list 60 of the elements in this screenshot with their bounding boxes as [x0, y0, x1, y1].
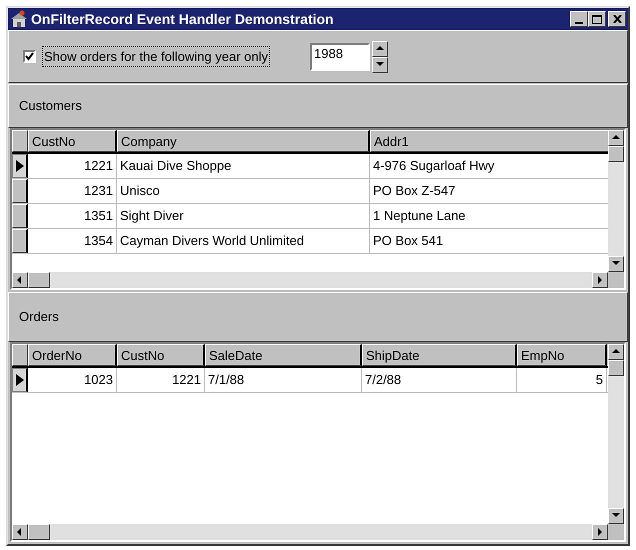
- column-header[interactable]: ShipDate: [362, 344, 517, 366]
- scroll-down-button[interactable]: [608, 508, 624, 524]
- scroll-left-button[interactable]: [12, 524, 28, 540]
- current-row-icon: [16, 374, 24, 386]
- column-header[interactable]: CustNo: [117, 344, 205, 366]
- section-title: Orders: [19, 308, 59, 326]
- house-icon: [10, 10, 28, 28]
- table-cell: Cayman Divers World Unlimited: [117, 229, 370, 253]
- horizontal-scrollbar[interactable]: [12, 524, 608, 540]
- column-header[interactable]: Company: [117, 130, 370, 152]
- table-cell: 1221: [117, 368, 205, 392]
- column-header[interactable]: EmpNo: [517, 344, 607, 366]
- column-header[interactable]: CustNo: [28, 130, 117, 152]
- scroll-right-button[interactable]: [592, 524, 608, 540]
- table-cell: 1023: [28, 368, 117, 392]
- table-cell: 1354: [28, 229, 117, 253]
- current-row-icon: [16, 160, 24, 172]
- scrollbar-corner: [608, 524, 624, 540]
- table-cell: 5: [517, 368, 607, 392]
- column-header[interactable]: SaleDate: [205, 344, 362, 366]
- table-cell: Kauai Dive Shoppe: [117, 154, 370, 178]
- vertical-scrollbar[interactable]: [608, 344, 624, 524]
- scroll-thumb[interactable]: [28, 272, 50, 288]
- scroll-thumb[interactable]: [608, 146, 624, 162]
- right-arrow-icon: [595, 275, 605, 285]
- table-cell: 7/1/88: [205, 368, 362, 392]
- maximize-icon: [592, 14, 602, 24]
- scrollbar-corner: [608, 272, 624, 288]
- section-title: Customers: [19, 97, 82, 116]
- scroll-left-button[interactable]: [12, 272, 28, 288]
- spin-down-button[interactable]: [372, 56, 388, 72]
- column-header[interactable]: OrderNo: [28, 344, 117, 366]
- scroll-thumb[interactable]: [28, 524, 50, 540]
- table-cell: 1231: [28, 179, 117, 203]
- check-icon: [25, 52, 34, 61]
- table-cell: Unisco: [117, 179, 370, 203]
- table-cell: 1221: [28, 154, 117, 178]
- table-cell: 1351: [28, 204, 117, 228]
- table-cell: 7/2/88: [362, 368, 517, 392]
- close-icon: [612, 15, 622, 23]
- right-arrow-icon: [595, 527, 605, 537]
- spin-up-button[interactable]: [372, 40, 388, 56]
- maximize-button[interactable]: [588, 11, 606, 27]
- filter-checkbox[interactable]: [23, 50, 36, 63]
- year-field[interactable]: 1988: [310, 42, 370, 70]
- scroll-up-button[interactable]: [608, 130, 624, 146]
- window-title: OnFilterRecord Event Handler Demonstration: [31, 10, 335, 28]
- filter-label[interactable]: Show orders for the following year only: [42, 46, 270, 68]
- vertical-scrollbar[interactable]: [608, 130, 624, 272]
- close-button[interactable]: [608, 11, 626, 27]
- minimize-icon: [575, 22, 583, 24]
- table-cell: Sight Diver: [117, 204, 370, 228]
- scroll-down-button[interactable]: [608, 256, 624, 272]
- row-indicator[interactable]: [12, 368, 28, 392]
- scroll-right-button[interactable]: [592, 272, 608, 288]
- minimize-button[interactable]: [570, 11, 588, 27]
- scroll-up-button[interactable]: [608, 344, 624, 360]
- horizontal-scrollbar[interactable]: [12, 272, 608, 288]
- row-indicator[interactable]: [12, 154, 28, 178]
- scroll-thumb[interactable]: [608, 360, 624, 376]
